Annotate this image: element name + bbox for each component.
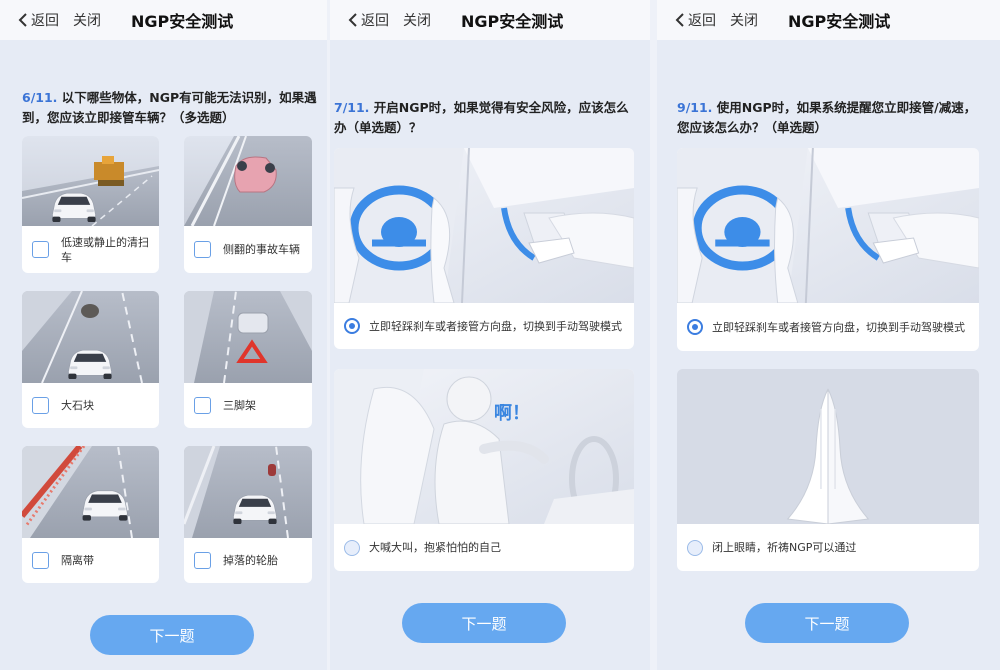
chevron-left-icon [18, 13, 27, 27]
exclamation-text: 啊！ [494, 403, 530, 424]
quiz-screen-7: 返回 关闭 NGP安全测试 7/11. 开启NGP时，如果觉得有安全风险，应该怎… [330, 0, 650, 670]
question-text: 9/11. 使用NGP时，如果系统提醒您立即接管/减速，您应该怎么办？（单选题） [677, 98, 977, 138]
quiz-screen-9: 返回 关闭 NGP安全测试 9/11. 使用NGP时，如果系统提醒您立即接管/减… [657, 0, 1000, 670]
checkbox[interactable] [194, 552, 211, 569]
option-card[interactable]: 隔离带 [22, 446, 159, 583]
fallen-tire-image [184, 446, 312, 538]
street-sweeper-image [22, 136, 159, 226]
checkbox[interactable] [32, 552, 49, 569]
option-row[interactable]: 三脚架 [184, 383, 312, 428]
option-label: 立即轻踩刹车或者接管方向盘，切换到手动驾驶模式 [369, 319, 622, 333]
question-number: 9/11. [677, 100, 713, 115]
close-button[interactable]: 关闭 [730, 10, 758, 30]
question-body: 以下哪些物体，NGP有可能无法识别，如果遇到，您应该立即接管车辆？（多选题） [22, 90, 317, 125]
back-label: 返回 [361, 13, 389, 29]
option-label: 立即轻踩刹车或者接管方向盘，切换到手动驾驶模式 [712, 320, 965, 334]
steering-and-brake-image [334, 148, 634, 303]
top-bar: 返回 关闭 NGP安全测试 [0, 0, 327, 40]
option-row[interactable]: 掉落的轮胎 [184, 538, 312, 583]
option-row[interactable]: 大石块 [22, 383, 159, 428]
option-row[interactable]: 低速或静止的清扫车 [22, 226, 159, 273]
question-number: 6/11. [22, 90, 58, 105]
overturned-car-image [184, 136, 312, 226]
page-title: NGP安全测试 [461, 12, 564, 31]
checkbox[interactable] [194, 397, 211, 414]
next-question-button[interactable]: 下一题 [402, 603, 566, 643]
option-card[interactable]: 掉落的轮胎 [184, 446, 312, 583]
back-button[interactable]: 返回 [675, 10, 716, 30]
checkbox[interactable] [32, 397, 49, 414]
back-label: 返回 [31, 13, 59, 29]
page-title: NGP安全测试 [788, 12, 891, 31]
radio-selected[interactable] [344, 318, 360, 334]
top-bar: 返回 关闭 NGP安全测试 [330, 0, 650, 40]
chevron-left-icon [348, 13, 357, 27]
question-text: 7/11. 开启NGP时，如果觉得有安全风险，应该怎么办（单选题）？ [334, 98, 634, 138]
back-label: 返回 [688, 13, 716, 29]
median-barrier-image [22, 446, 159, 538]
question-body: 开启NGP时，如果觉得有安全风险，应该怎么办（单选题）？ [334, 100, 629, 135]
close-button[interactable]: 关闭 [403, 10, 431, 30]
option-card[interactable]: 低速或静止的清扫车 [22, 136, 159, 273]
chevron-left-icon [675, 13, 684, 27]
question-text: 6/11. 以下哪些物体，NGP有可能无法识别，如果遇到，您应该立即接管车辆？（… [22, 88, 318, 128]
option-card[interactable]: 啊！ 大喊大叫，抱紧怕怕的自己 [334, 369, 634, 571]
radio-unselected[interactable] [687, 539, 703, 556]
radio-unselected[interactable] [344, 539, 360, 556]
next-question-button[interactable]: 下一题 [745, 603, 909, 643]
option-label: 闭上眼睛，祈祷NGP可以通过 [712, 541, 857, 554]
question-number: 7/11. [334, 100, 370, 115]
option-row[interactable]: 闭上眼睛，祈祷NGP可以通过 [677, 524, 979, 571]
option-label: 隔离带 [61, 554, 94, 567]
back-button[interactable]: 返回 [348, 10, 389, 30]
option-label: 大石块 [61, 399, 94, 412]
checkbox[interactable] [32, 241, 49, 258]
page-title: NGP安全测试 [131, 12, 234, 31]
option-label: 掉落的轮胎 [223, 554, 278, 567]
option-card[interactable]: 立即轻踩刹车或者接管方向盘，切换到手动驾驶模式 [334, 148, 634, 349]
option-row[interactable]: 侧翻的事故车辆 [184, 226, 312, 273]
option-row[interactable]: 隔离带 [22, 538, 159, 583]
close-button[interactable]: 关闭 [73, 10, 101, 30]
large-rock-image [22, 291, 159, 383]
option-card[interactable]: 闭上眼睛，祈祷NGP可以通过 [677, 369, 979, 571]
option-card[interactable]: 大石块 [22, 291, 159, 428]
option-card[interactable]: 三脚架 [184, 291, 312, 428]
warning-triangle-image [184, 291, 312, 383]
option-card[interactable]: 立即轻踩刹车或者接管方向盘，切换到手动驾驶模式 [677, 148, 979, 351]
option-row[interactable]: 立即轻踩刹车或者接管方向盘，切换到手动驾驶模式 [334, 303, 634, 349]
radio-selected[interactable] [687, 319, 703, 335]
quiz-screen-6: 返回 关闭 NGP安全测试 6/11. 以下哪些物体，NGP有可能无法识别，如果… [0, 0, 327, 670]
option-label: 大喊大叫，抱紧怕怕的自己 [369, 541, 501, 554]
next-question-button[interactable]: 下一题 [90, 615, 254, 655]
option-label: 侧翻的事故车辆 [223, 243, 300, 256]
option-label: 低速或静止的清扫车 [61, 235, 149, 264]
scared-driver-image: 啊！ [334, 369, 634, 524]
praying-hands-image [677, 369, 979, 524]
option-label: 三脚架 [223, 399, 256, 412]
top-bar: 返回 关闭 NGP安全测试 [657, 0, 1000, 40]
back-button[interactable]: 返回 [18, 10, 59, 30]
checkbox[interactable] [194, 241, 211, 258]
option-row[interactable]: 立即轻踩刹车或者接管方向盘，切换到手动驾驶模式 [677, 303, 979, 351]
steering-and-brake-image [677, 148, 979, 303]
option-row[interactable]: 大喊大叫，抱紧怕怕的自己 [334, 524, 634, 571]
question-body: 使用NGP时，如果系统提醒您立即接管/减速，您应该怎么办？（单选题） [677, 100, 977, 135]
option-card[interactable]: 侧翻的事故车辆 [184, 136, 312, 273]
